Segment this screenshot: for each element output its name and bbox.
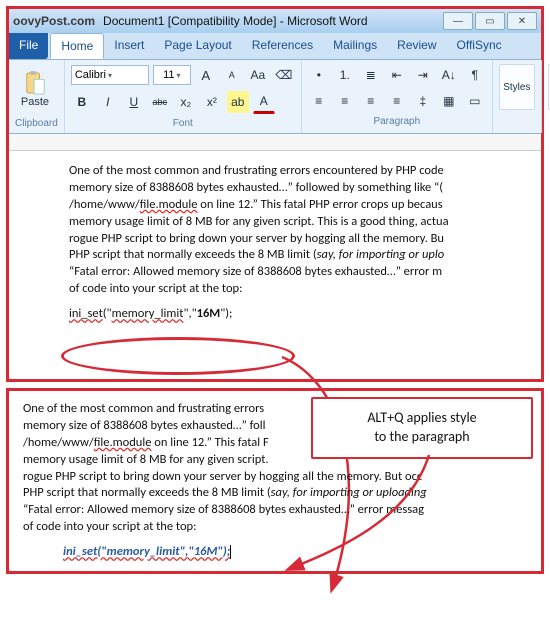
doc-line: One of the most common and frustrating e… bbox=[69, 163, 525, 180]
grow-font-button[interactable]: A bbox=[195, 64, 217, 86]
font-size-value: 11 bbox=[163, 69, 174, 81]
tab-review[interactable]: Review bbox=[387, 33, 446, 59]
italic-button[interactable]: I bbox=[97, 91, 119, 113]
change-case-button[interactable]: Aa bbox=[247, 64, 269, 86]
code-line: ini_set("memory_limit","16M"); bbox=[69, 306, 525, 323]
multilevel-button[interactable]: ≣ bbox=[360, 64, 382, 86]
sort-button[interactable]: A↓ bbox=[438, 64, 460, 86]
paste-button[interactable]: Paste bbox=[15, 64, 55, 114]
window-title: Document1 [Compatibility Mode] - Microso… bbox=[103, 14, 368, 28]
doc-line: “Fatal error: Allowed memory size of 838… bbox=[69, 264, 525, 281]
maximize-button[interactable]: ▭ bbox=[475, 12, 505, 30]
shrink-font-button[interactable]: A bbox=[221, 64, 243, 86]
callout-line: to the paragraph bbox=[327, 428, 517, 447]
font-label: Font bbox=[71, 118, 295, 129]
bold-button[interactable]: B bbox=[71, 91, 93, 113]
doc-line: of code into your script at the top: bbox=[23, 519, 527, 536]
close-button[interactable]: ✕ bbox=[507, 12, 537, 30]
doc-line: PHP script that normally exceeds the 8 M… bbox=[23, 485, 527, 502]
styles-button[interactable]: Styles bbox=[499, 64, 535, 110]
minimize-button[interactable]: — bbox=[443, 12, 473, 30]
font-color-button[interactable]: A bbox=[253, 90, 275, 114]
callout-box: ALT+Q applies style to the paragraph bbox=[311, 397, 533, 459]
bullets-button[interactable]: • bbox=[308, 64, 330, 86]
group-editing: Edit bbox=[542, 60, 550, 133]
doc-line: memory size of 8388608 bytes exhausted…”… bbox=[69, 180, 525, 197]
highlight-button[interactable]: ab bbox=[227, 91, 249, 113]
word-window: oovyPost.com Document1 [Compatibility Mo… bbox=[6, 6, 544, 382]
align-right-button[interactable]: ≡ bbox=[360, 90, 382, 112]
strike-button[interactable]: abc bbox=[149, 91, 171, 113]
inc-indent-button[interactable]: ⇥ bbox=[412, 64, 434, 86]
doc-line: /home/www/file.module on line 12.” This … bbox=[69, 197, 525, 214]
group-styles: Styles bbox=[493, 60, 542, 133]
underline-button[interactable]: U bbox=[123, 91, 145, 113]
tab-page-layout[interactable]: Page Layout bbox=[154, 33, 241, 59]
line-spacing-button[interactable]: ‡ bbox=[412, 90, 434, 112]
doc-line: rogue PHP script to bring down your serv… bbox=[23, 469, 527, 486]
chevron-down-icon: ▾ bbox=[108, 71, 112, 80]
tab-mailings[interactable]: Mailings bbox=[323, 33, 387, 59]
clipboard-icon bbox=[24, 70, 46, 96]
font-name-value: Calibri bbox=[75, 69, 106, 81]
tab-file[interactable]: File bbox=[9, 33, 48, 59]
result-panel: One of the most common and frustrating e… bbox=[6, 388, 544, 574]
group-clipboard: Paste Clipboard bbox=[9, 60, 65, 133]
title-bar: oovyPost.com Document1 [Compatibility Mo… bbox=[9, 9, 541, 33]
clipboard-label: Clipboard bbox=[15, 118, 58, 129]
styled-code: ini_set("memory_limit","16M"); bbox=[63, 544, 230, 561]
group-font: Calibri▾ 11▾ A A Aa ⌫ B I U abc x₂ x² ab… bbox=[65, 60, 302, 133]
doc-line: of code into your script at the top: bbox=[69, 281, 525, 298]
document-area[interactable]: One of the most common and frustrating e… bbox=[9, 151, 541, 359]
clear-format-button[interactable]: ⌫ bbox=[273, 64, 295, 86]
numbering-button[interactable]: 1. bbox=[334, 64, 356, 86]
styles-label: Styles bbox=[503, 82, 530, 93]
window-controls: — ▭ ✕ bbox=[443, 12, 537, 30]
justify-button[interactable]: ≡ bbox=[386, 90, 408, 112]
group-paragraph: • 1. ≣ ⇤ ⇥ A↓ ¶ ≡ ≡ ≡ ≡ ‡ ▦ ▭ Paragraph bbox=[302, 60, 493, 133]
paste-label: Paste bbox=[21, 96, 49, 108]
borders-button[interactable]: ▭ bbox=[464, 90, 486, 112]
watermark-text: oovyPost.com bbox=[13, 14, 95, 28]
paragraph-label: Paragraph bbox=[308, 116, 486, 127]
doc-line: memory usage limit of 8 MB for any given… bbox=[69, 214, 525, 231]
text-caret bbox=[230, 545, 231, 559]
align-left-button[interactable]: ≡ bbox=[308, 90, 330, 112]
show-marks-button[interactable]: ¶ bbox=[464, 64, 486, 86]
tab-home[interactable]: Home bbox=[50, 33, 104, 59]
callout-line: ALT+Q applies style bbox=[327, 409, 517, 428]
subscript-button[interactable]: x₂ bbox=[175, 91, 197, 113]
chevron-down-icon: ▾ bbox=[177, 71, 181, 80]
doc-line: “Fatal error: Allowed memory size of 838… bbox=[23, 502, 527, 519]
superscript-button[interactable]: x² bbox=[201, 91, 223, 113]
ribbon-tabs: File Home Insert Page Layout References … bbox=[9, 33, 541, 60]
font-size-combo[interactable]: 11▾ bbox=[153, 65, 191, 85]
shading-button[interactable]: ▦ bbox=[438, 90, 460, 112]
doc-line: rogue PHP script to bring down your serv… bbox=[69, 231, 525, 248]
font-name-combo[interactable]: Calibri▾ bbox=[71, 65, 149, 85]
dec-indent-button[interactable]: ⇤ bbox=[386, 64, 408, 86]
tab-offisync[interactable]: OffiSync bbox=[447, 33, 512, 59]
doc-line: PHP script that normally exceeds the 8 M… bbox=[69, 247, 525, 264]
tab-references[interactable]: References bbox=[242, 33, 323, 59]
align-center-button[interactable]: ≡ bbox=[334, 90, 356, 112]
ribbon: Paste Clipboard Calibri▾ 11▾ A A Aa ⌫ B … bbox=[9, 60, 541, 134]
ruler[interactable] bbox=[9, 134, 541, 151]
tab-insert[interactable]: Insert bbox=[104, 33, 154, 59]
